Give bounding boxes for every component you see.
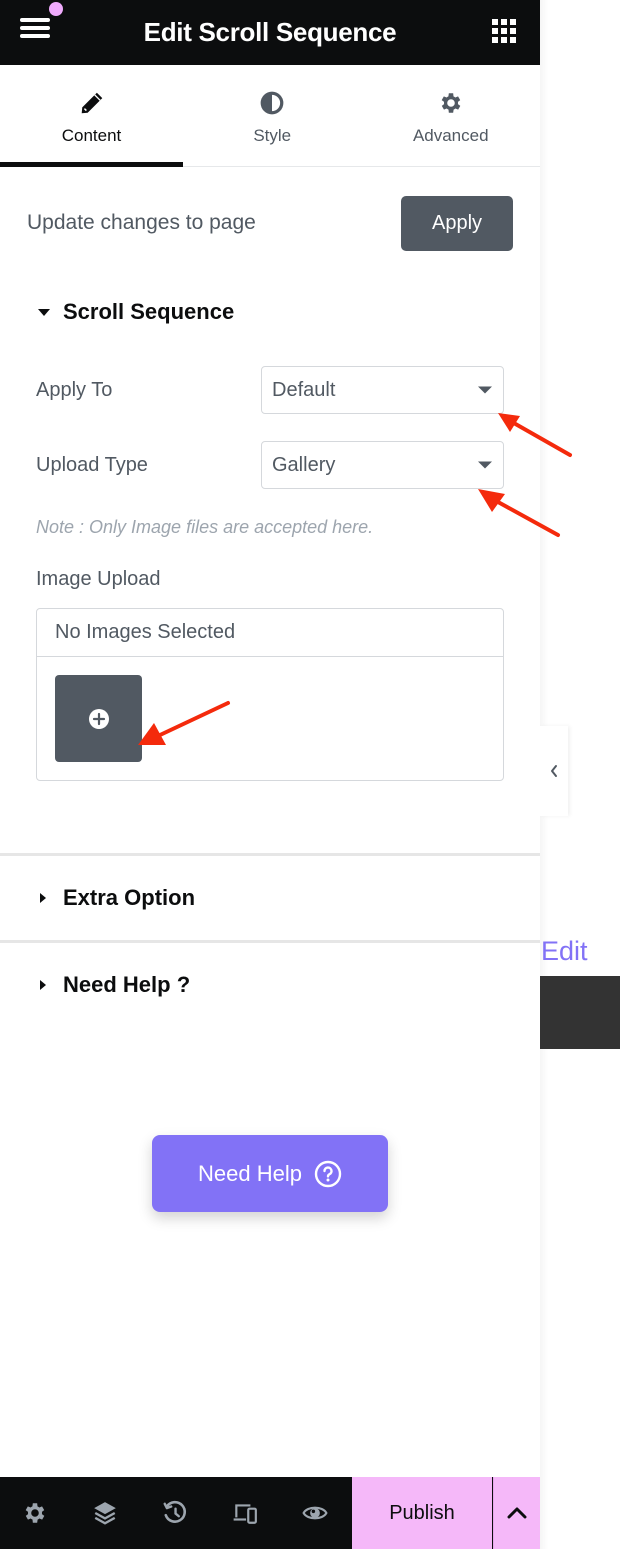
image-upload-label: Image Upload <box>36 568 161 590</box>
tab-advanced-label: Advanced <box>412 125 489 145</box>
plus-circle-icon <box>88 708 109 729</box>
tab-content[interactable]: Content <box>0 65 183 167</box>
footer-history-button[interactable] <box>140 1477 210 1549</box>
panel-header: Edit Scroll Sequence <box>0 0 540 65</box>
add-images-button[interactable] <box>55 675 142 762</box>
responsive-mode-icon <box>233 1504 257 1524</box>
half-circle-contrast-icon <box>260 91 284 114</box>
apply-to-value: Default <box>272 378 336 401</box>
pencil-icon <box>81 92 102 113</box>
gear-icon <box>441 92 461 113</box>
collapse-panel-button[interactable] <box>540 726 568 816</box>
footer-responsive-button[interactable] <box>210 1477 280 1549</box>
tab-style-label: Style <box>253 125 292 145</box>
chevron-left-icon <box>551 765 557 777</box>
preview-eye-icon <box>302 1506 328 1520</box>
panel-title: Edit Scroll Sequence <box>143 17 397 47</box>
layers-icon <box>94 1502 116 1525</box>
footer-settings-button[interactable] <box>0 1477 70 1549</box>
tab-content-label: Content <box>61 125 122 145</box>
upload-note: Note : Only Image files are accepted her… <box>36 517 374 537</box>
editor-panel: Edit Scroll Sequence Content Style Advan… <box>0 0 540 1549</box>
need-help-button[interactable]: Need Help <box>152 1135 388 1212</box>
upload-type-control: Upload Type Gallery <box>0 441 540 489</box>
chevron-up-icon <box>507 1507 527 1519</box>
section-extra-option-toggle[interactable]: Extra Option <box>0 856 540 940</box>
notification-dot <box>49 2 63 16</box>
caret-right-icon <box>40 980 46 990</box>
settings-icon <box>25 1503 45 1523</box>
edit-link[interactable]: Edit <box>541 936 588 967</box>
question-circle-icon <box>314 1160 342 1187</box>
publish-button[interactable]: Publish <box>352 1477 492 1549</box>
section-need-help-toggle[interactable]: Need Help ? <box>0 943 540 1027</box>
caret-down-icon <box>38 309 50 316</box>
section-scroll-sequence-toggle[interactable]: Scroll Sequence <box>0 285 540 339</box>
apply-to-control: Apply To Default <box>0 366 540 414</box>
need-help-label: Need Help <box>198 1160 302 1186</box>
dropdown-caret-icon <box>478 386 492 394</box>
caret-right-icon <box>40 893 46 903</box>
tab-advanced[interactable]: Advanced <box>362 65 541 166</box>
image-gallery-box: No Images Selected <box>36 608 504 781</box>
preview-dark-block <box>540 976 620 1049</box>
apply-to-label: Apply To <box>36 378 113 401</box>
update-changes-label: Update changes to page <box>27 211 256 234</box>
section-need-help-title: Need Help ? <box>63 972 191 997</box>
apply-to-select[interactable]: Default <box>261 366 504 414</box>
footer-preview-button[interactable] <box>280 1477 350 1549</box>
upload-type-label: Upload Type <box>36 453 148 476</box>
footer-navigator-button[interactable] <box>70 1477 140 1549</box>
panel-footer: Publish <box>0 1477 540 1549</box>
section-scroll-sequence-title: Scroll Sequence <box>63 299 235 324</box>
tab-style[interactable]: Style <box>183 65 362 166</box>
gallery-status: No Images Selected <box>37 609 503 657</box>
grid-apps-icon[interactable] <box>492 19 516 43</box>
panel-tabs: Content Style Advanced <box>0 65 540 167</box>
hamburger-menu-icon[interactable] <box>20 18 52 42</box>
apply-button[interactable]: Apply <box>401 195 513 251</box>
upload-type-select[interactable]: Gallery <box>261 441 504 489</box>
upload-type-value: Gallery <box>272 453 336 476</box>
publish-options-button[interactable] <box>493 1477 540 1549</box>
history-icon <box>163 1500 187 1523</box>
update-changes-row: Update changes to page Apply <box>0 167 540 279</box>
dropdown-caret-icon <box>478 461 492 469</box>
section-extra-option-title: Extra Option <box>63 885 196 910</box>
